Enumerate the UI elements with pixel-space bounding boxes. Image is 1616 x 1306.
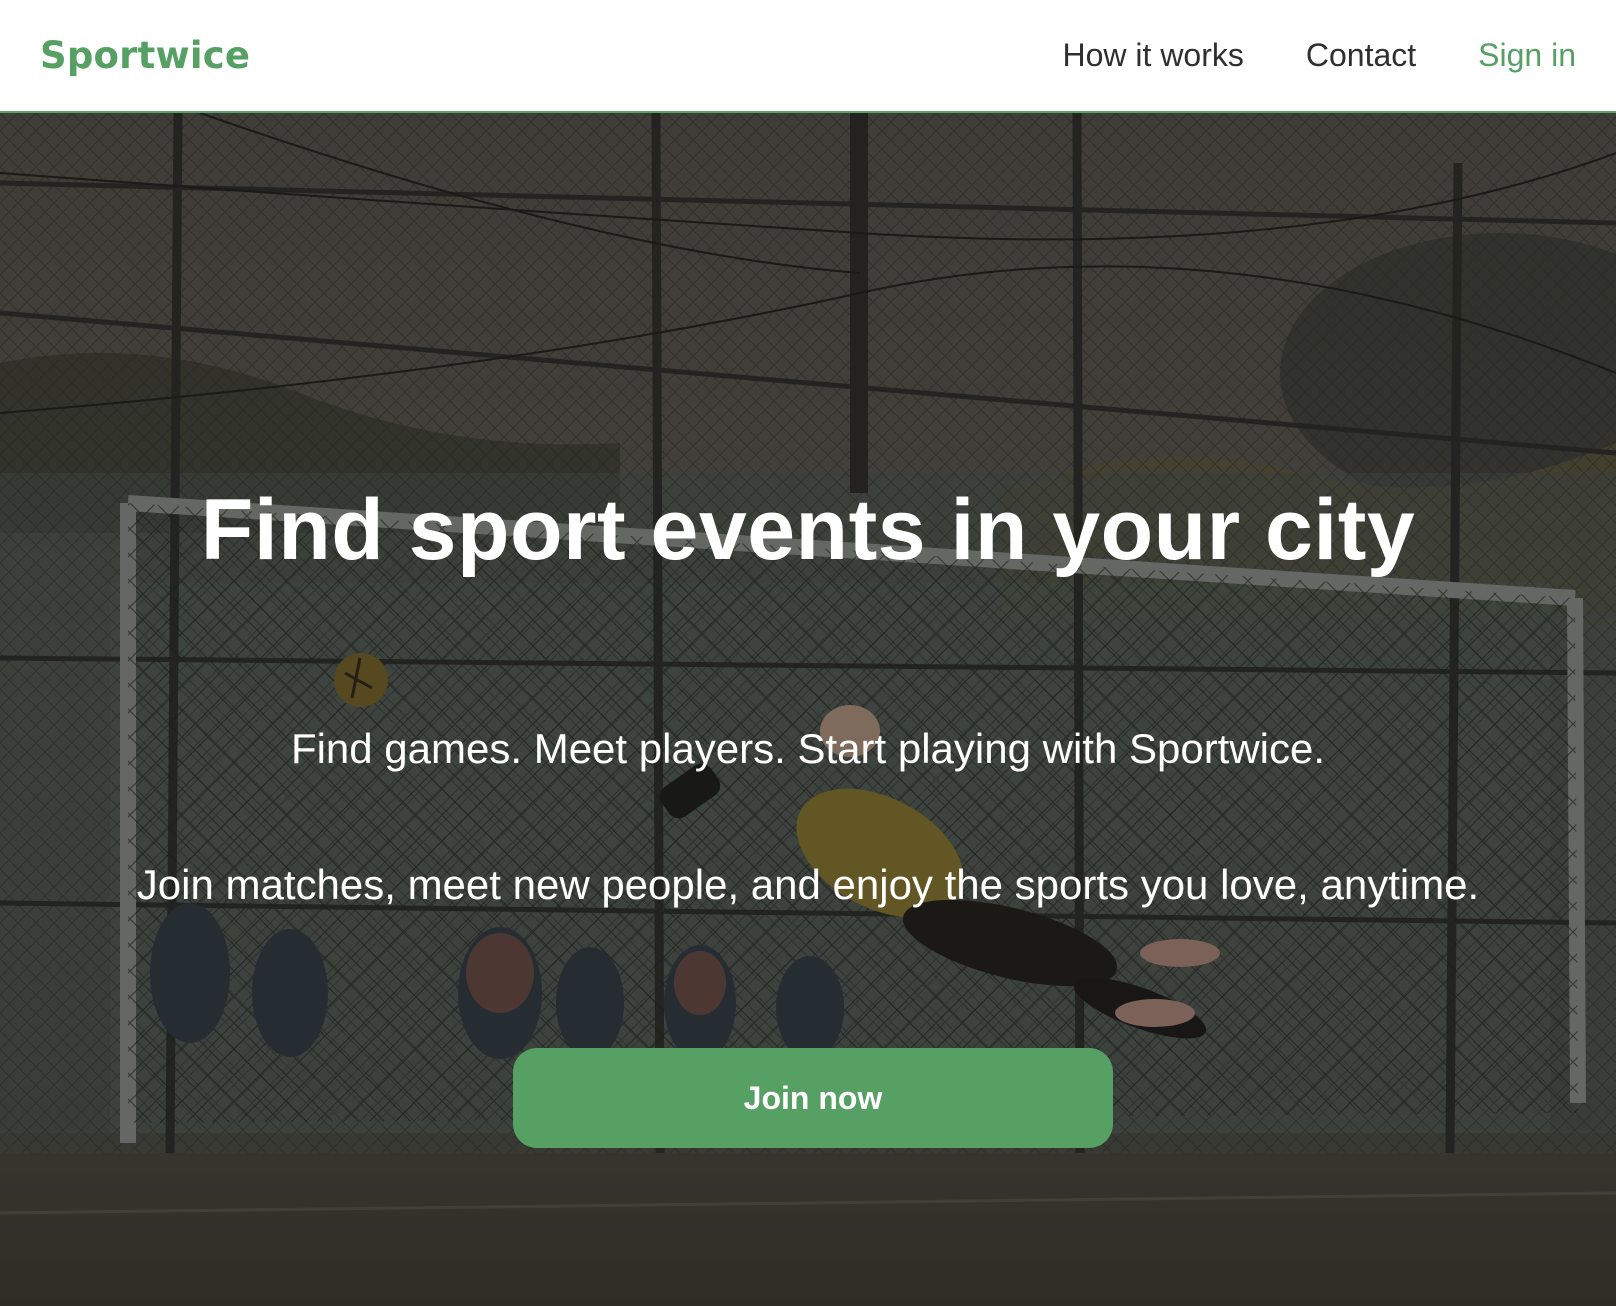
nav-links: How it works Contact Sign in	[1063, 37, 1576, 74]
nav-link-sign-in[interactable]: Sign in	[1478, 37, 1576, 74]
brand-logo-link[interactable]: Sportwice	[40, 34, 250, 77]
hero-description: Join matches, meet new people, and enjoy…	[136, 861, 1480, 908]
hero-title: Find sport events in your city	[200, 482, 1416, 578]
join-now-button[interactable]: Join now	[513, 1048, 1113, 1148]
top-navbar: Sportwice How it works Contact Sign in	[0, 0, 1616, 113]
hero-tagline: Find games. Meet players. Start playing …	[290, 725, 1326, 772]
nav-link-contact[interactable]: Contact	[1306, 37, 1416, 74]
nav-link-how-it-works[interactable]: How it works	[1063, 37, 1244, 74]
hero-section: Find sport events in your city Find game…	[0, 113, 1616, 1306]
